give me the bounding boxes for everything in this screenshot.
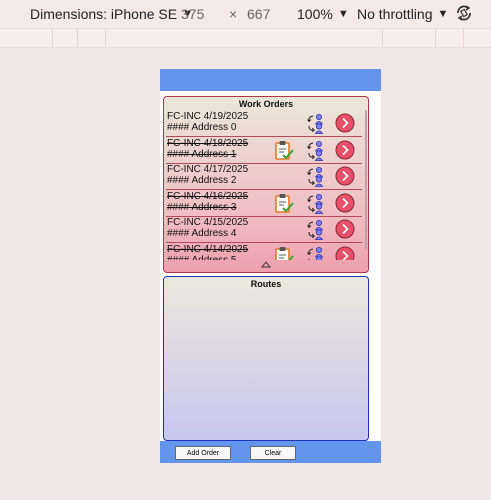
times-sign: × <box>229 6 238 22</box>
transfer-user-icon[interactable] <box>306 166 326 187</box>
clear-button[interactable]: Clear <box>250 446 296 460</box>
order-address: #### Address 4 <box>167 228 237 239</box>
work-order-row[interactable]: FC-INC 4/18/2025 #### Address 1 <box>166 137 362 164</box>
work-order-row[interactable]: FC-INC 4/16/2025 #### Address 3 <box>166 190 362 217</box>
work-orders-list[interactable]: FC-INC 4/19/2025 #### Address 0 FC-INC 4… <box>164 110 362 260</box>
order-address: #### Address 1 <box>167 148 237 160</box>
order-address: #### Address 3 <box>167 201 237 213</box>
devtools-toolbar: Dimensions: iPhone SE ▼ 375 × 667 100% ▼… <box>0 0 491 28</box>
transfer-user-icon[interactable] <box>306 219 326 240</box>
order-title: FC-INC 4/18/2025 <box>167 137 249 149</box>
chevron-down-icon: ▼ <box>337 8 349 20</box>
device-viewport: Work Orders FC-INC 4/19/2025 #### Addres… <box>160 69 381 463</box>
work-orders-title: Work Orders <box>238 99 294 109</box>
height-input[interactable]: 667 <box>247 6 270 22</box>
order-title: FC-INC 4/16/2025 <box>167 190 249 202</box>
work-order-row[interactable]: FC-INC 4/17/2025 #### Address 2 <box>166 163 362 190</box>
open-order-button[interactable] <box>335 113 355 133</box>
clipboard-check-icon <box>275 140 294 160</box>
work-orders-panel: Work Orders FC-INC 4/19/2025 #### Addres… <box>163 96 369 273</box>
order-title: FC-INC 4/19/2025 <box>167 111 249 122</box>
transfer-user-icon[interactable] <box>306 193 326 214</box>
device-label: Dimensions: iPhone SE <box>30 6 178 22</box>
add-order-button[interactable]: Add Order <box>175 446 231 460</box>
open-order-button[interactable] <box>335 166 355 186</box>
transfer-user-icon[interactable] <box>306 140 326 161</box>
work-order-row[interactable]: FC-INC 4/15/2025 #### Address 4 <box>166 216 362 243</box>
order-address: #### Address 0 <box>167 122 237 133</box>
order-title: FC-INC 4/17/2025 <box>167 164 249 175</box>
zoom-selector[interactable]: 100% ▼ <box>297 6 349 22</box>
zoom-label: 100% <box>297 6 333 22</box>
order-address: #### Address 5 <box>167 254 237 261</box>
open-order-button[interactable] <box>335 193 355 213</box>
transfer-user-icon[interactable] <box>306 113 326 134</box>
open-order-button[interactable] <box>335 246 355 261</box>
scrollbar[interactable] <box>365 110 367 250</box>
width-input[interactable]: 375 <box>181 6 204 22</box>
collapse-up-icon[interactable] <box>261 260 271 268</box>
device-selector[interactable]: Dimensions: iPhone SE ▼ <box>30 6 193 22</box>
routes-panel: Routes <box>163 276 369 441</box>
throttling-label: No throttling <box>357 6 433 22</box>
clipboard-check-icon <box>275 193 294 213</box>
work-order-row[interactable]: FC-INC 4/19/2025 #### Address 0 <box>166 110 362 137</box>
app-footer: Add Order Clear <box>160 441 381 463</box>
media-query-ruler <box>0 28 491 48</box>
order-title: FC-INC 4/14/2025 <box>167 243 249 255</box>
work-order-row[interactable]: FC-INC 4/14/2025 #### Address 5 <box>166 243 362 261</box>
order-title: FC-INC 4/15/2025 <box>167 217 249 228</box>
chevron-down-icon: ▼ <box>437 8 449 20</box>
order-address: #### Address 2 <box>167 175 237 186</box>
open-order-button[interactable] <box>335 219 355 239</box>
open-order-button[interactable] <box>335 140 355 160</box>
rotate-icon[interactable] <box>454 3 474 23</box>
clipboard-check-icon <box>275 246 294 260</box>
routes-title: Routes <box>250 279 282 289</box>
app-header <box>160 69 381 91</box>
transfer-user-icon[interactable] <box>306 246 326 261</box>
throttling-selector[interactable]: No throttling ▼ <box>357 6 448 22</box>
